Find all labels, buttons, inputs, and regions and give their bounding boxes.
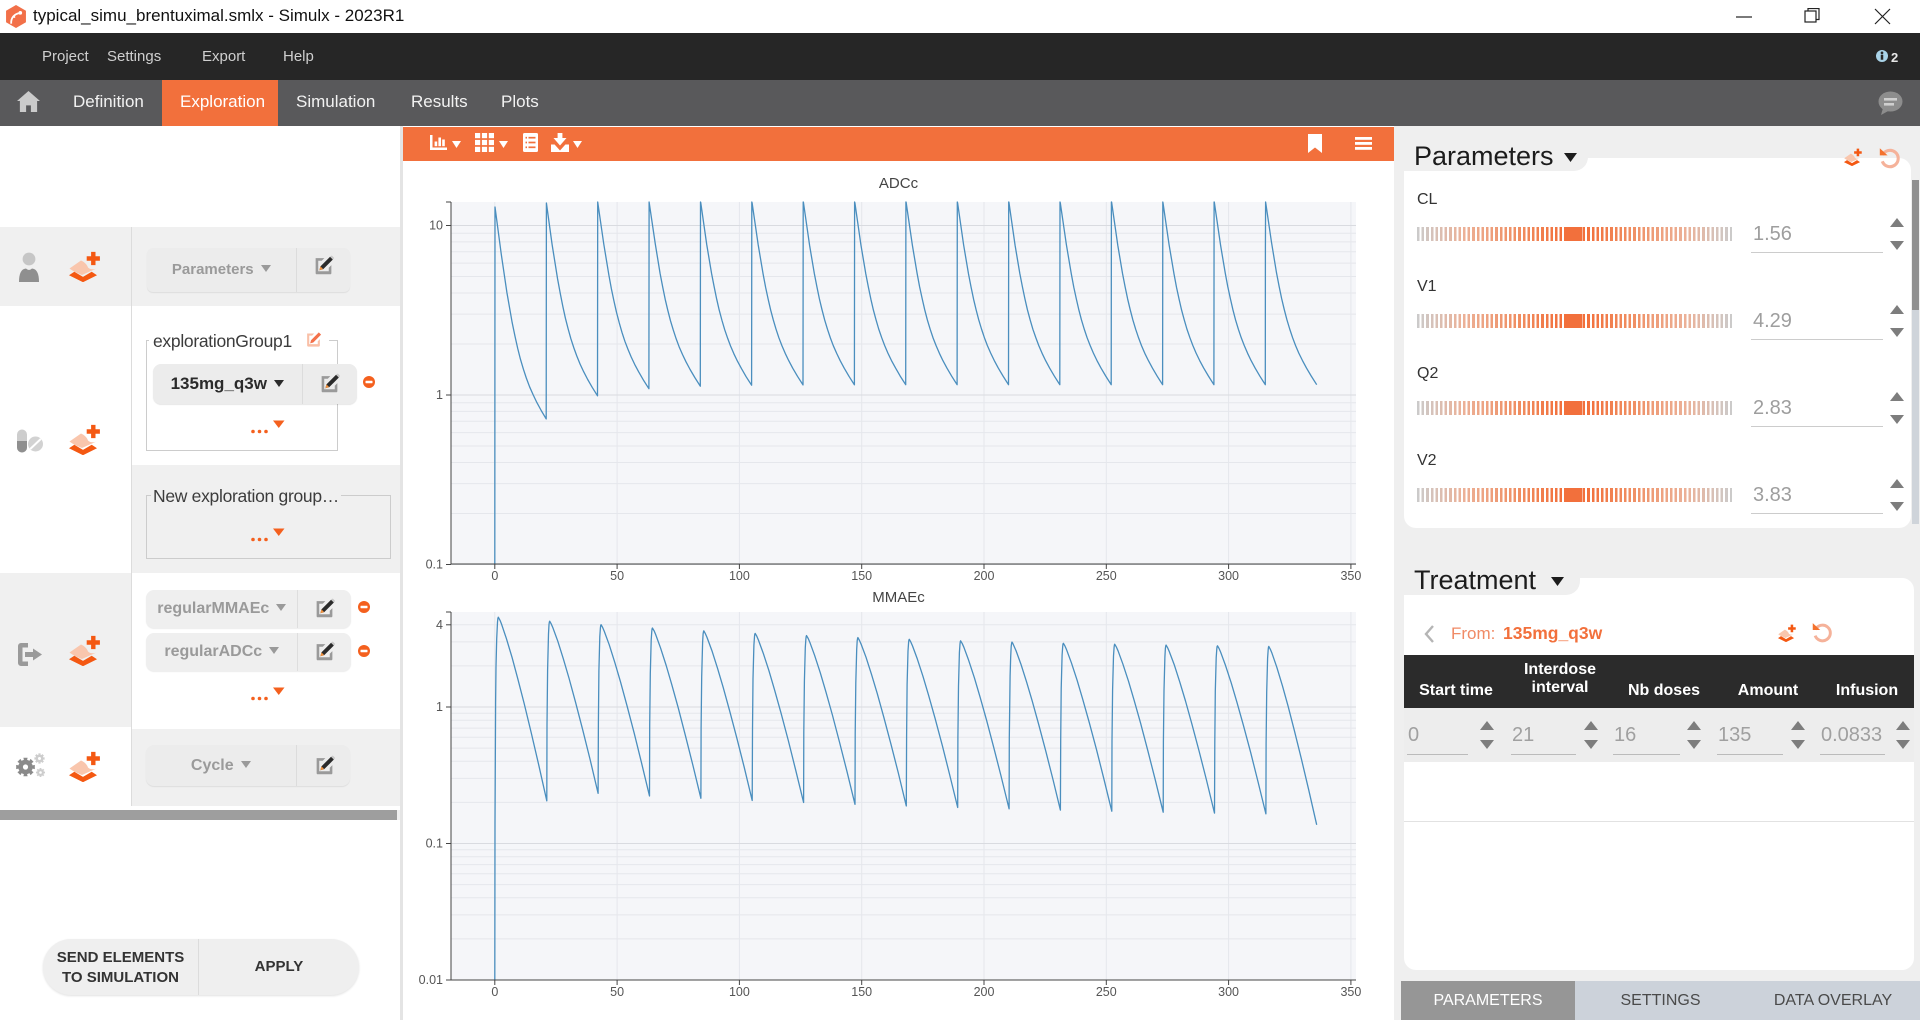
svg-text:4: 4 — [436, 618, 443, 632]
svg-text:0: 0 — [491, 985, 498, 999]
svg-text:1: 1 — [436, 700, 443, 714]
svg-text:250: 250 — [1096, 985, 1117, 999]
svg-text:0.1: 0.1 — [426, 837, 443, 851]
svg-text:150: 150 — [851, 985, 872, 999]
svg-text:100: 100 — [729, 985, 750, 999]
svg-text:200: 200 — [974, 985, 995, 999]
svg-text:0.01: 0.01 — [419, 973, 443, 987]
svg-text:300: 300 — [1218, 985, 1239, 999]
svg-text:350: 350 — [1340, 985, 1361, 999]
svg-text:50: 50 — [610, 985, 624, 999]
